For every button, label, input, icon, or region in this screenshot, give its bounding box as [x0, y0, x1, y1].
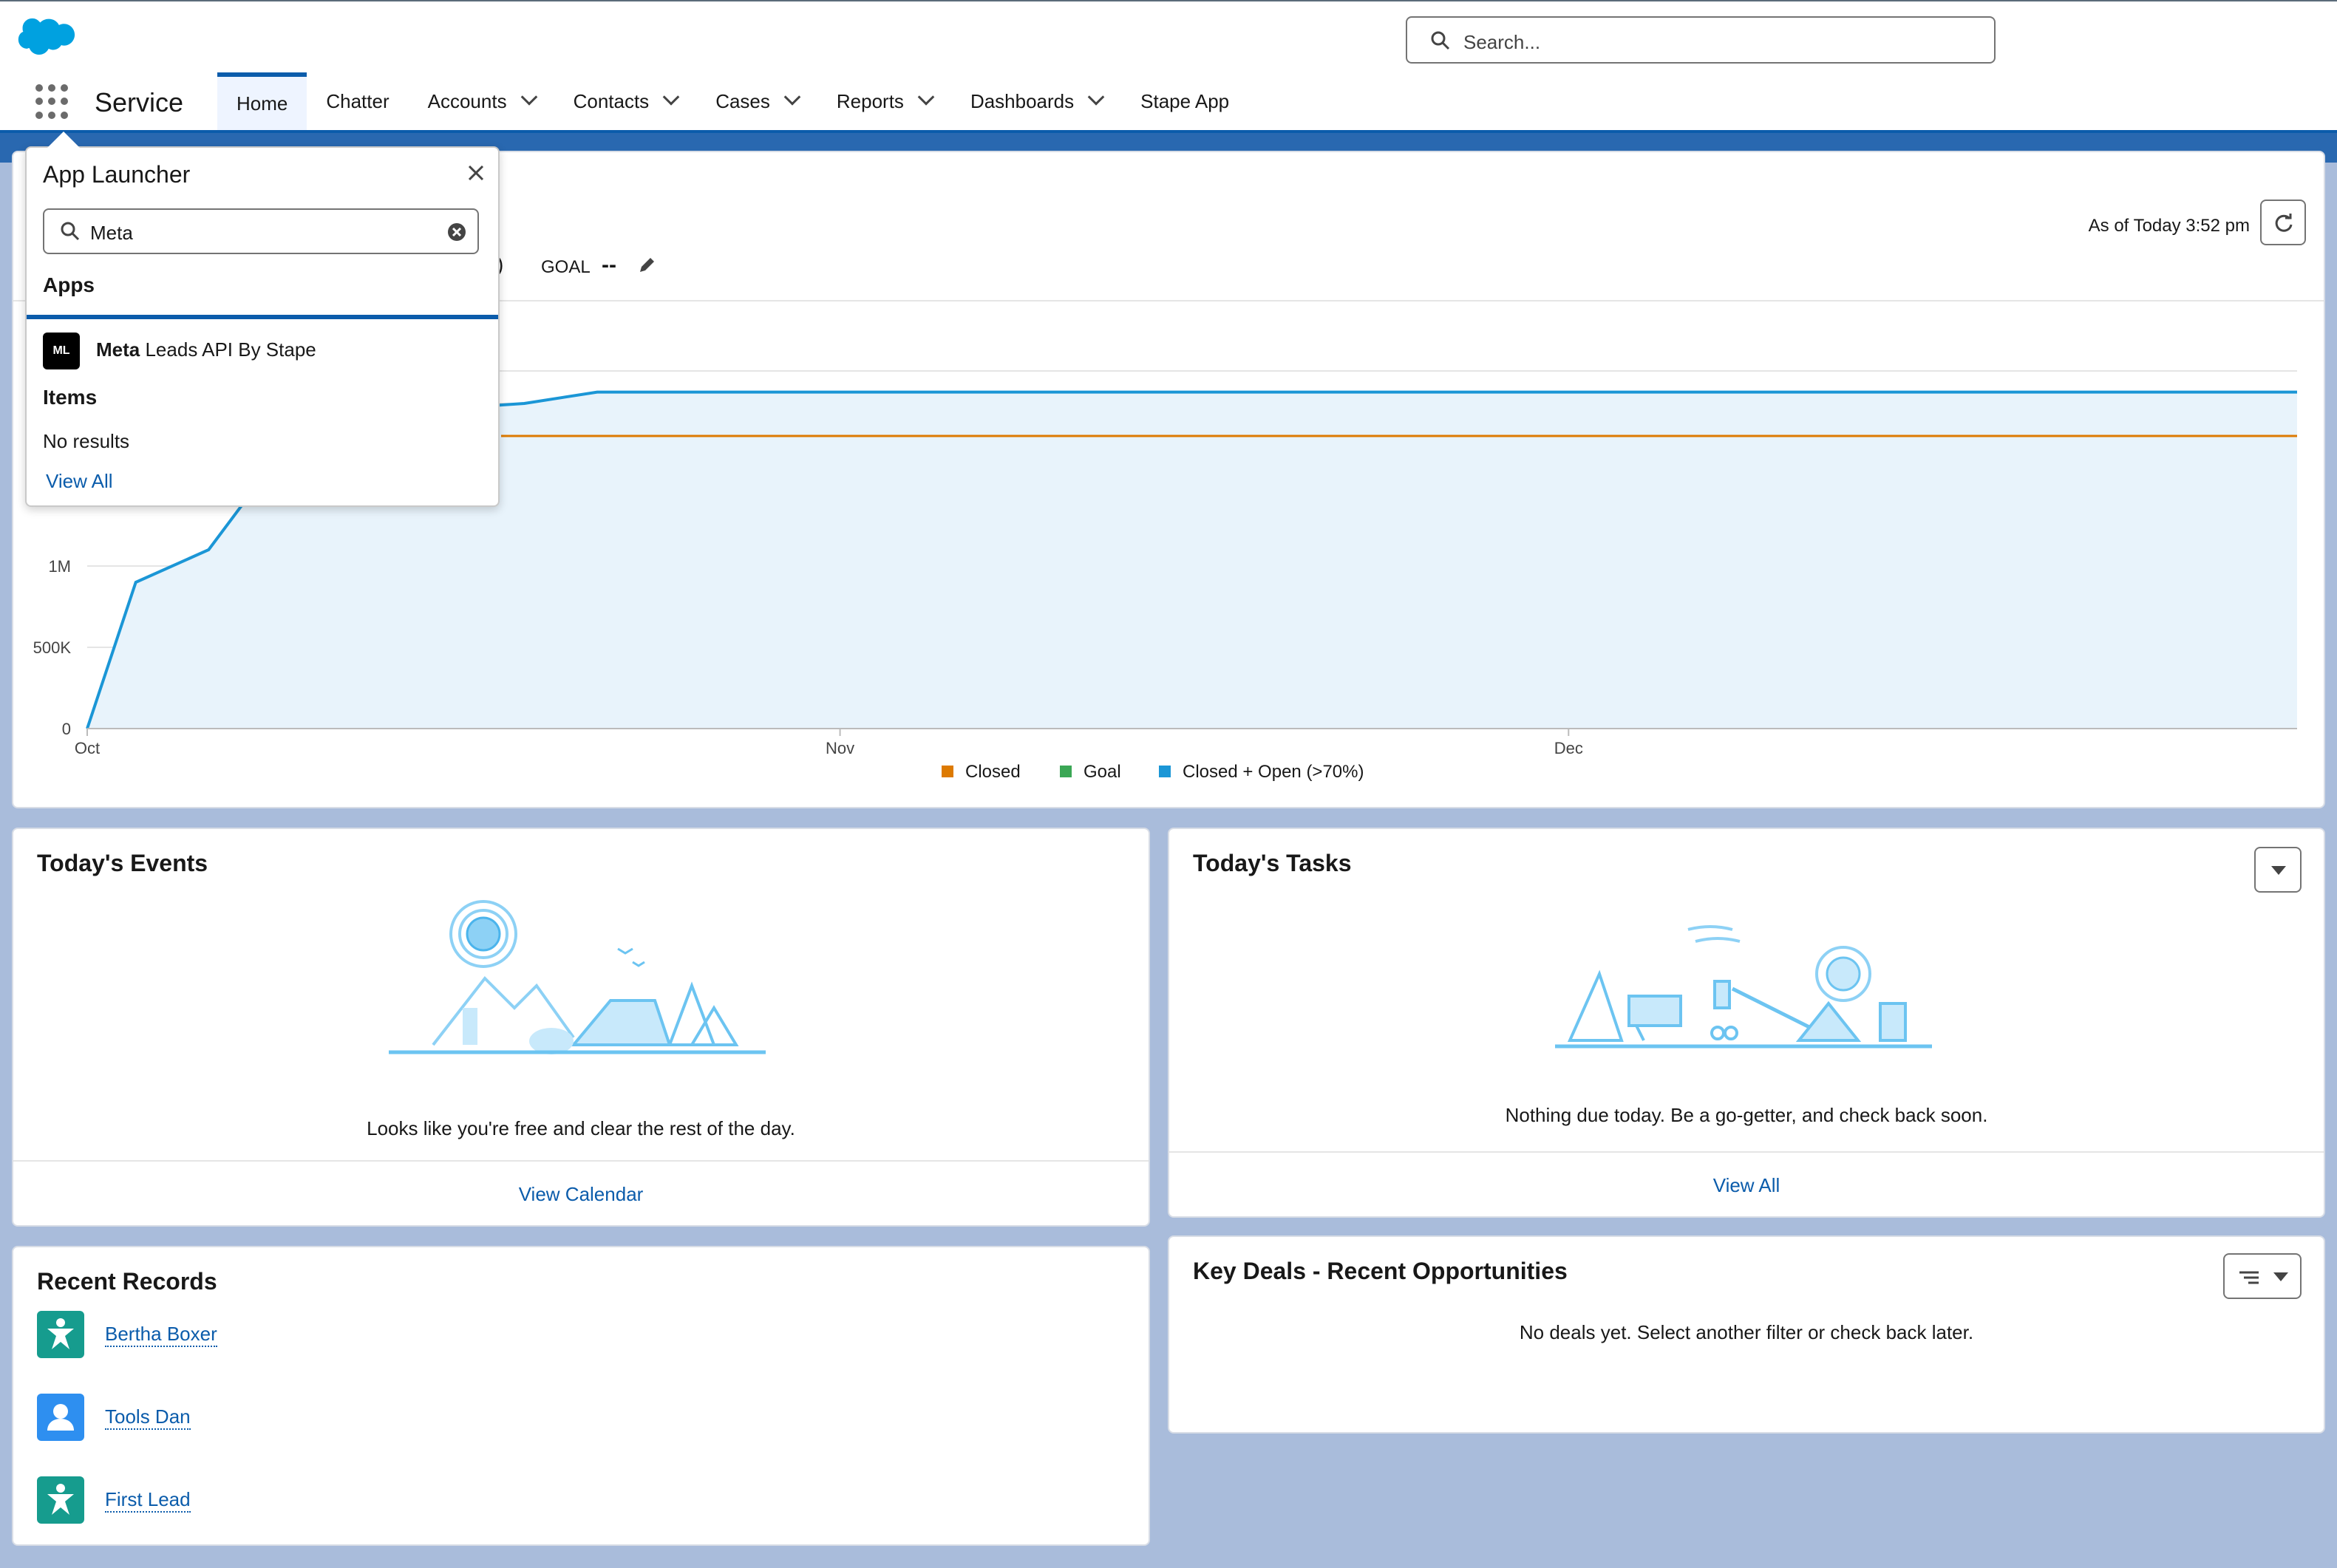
- search-icon: [61, 222, 80, 241]
- tab-label: Cases: [715, 89, 770, 112]
- global-search-input[interactable]: Search...: [1406, 16, 1996, 64]
- todays-events-card: Today's Events Looks like you're free an…: [12, 828, 1150, 1227]
- legend-swatch: [942, 766, 953, 777]
- tab-stape-app[interactable]: Stape App: [1121, 72, 1248, 130]
- chevron-down-icon[interactable]: [783, 89, 801, 106]
- popover-nub: [47, 132, 80, 148]
- todays-tasks-card: Today's Tasks Nothing due today. Be a go…: [1168, 828, 2325, 1218]
- chevron-down-icon[interactable]: [520, 89, 537, 106]
- app-match-text: Meta: [96, 338, 140, 361]
- refresh-icon: [2275, 214, 2293, 232]
- clear-search-icon[interactable]: [446, 222, 467, 242]
- legend-label: Closed + Open (>70%): [1183, 762, 1364, 782]
- record-link[interactable]: Bertha Boxer: [105, 1323, 217, 1347]
- y-tick-label: 500K: [33, 638, 72, 657]
- goal-value: --: [602, 253, 616, 277]
- tasks-filter-dropdown[interactable]: [2254, 847, 2302, 893]
- nav-tabs: Home Chatter Accounts Contacts Cases Reports D…: [217, 72, 1248, 130]
- chevron-down-icon[interactable]: [662, 89, 680, 106]
- view-all-link[interactable]: View All: [46, 470, 113, 493]
- picnic-illustration: [1555, 925, 1932, 1049]
- tab-label: Home: [237, 92, 288, 115]
- recent-records-card: Recent Records Bertha Boxer Tools Dan Firs…: [12, 1246, 1150, 1546]
- y-tick-label: 1M: [48, 557, 71, 576]
- legend-label: Closed: [965, 762, 1021, 782]
- filter-list-icon: [2239, 1271, 2259, 1284]
- contact-icon: [37, 1394, 84, 1441]
- chevron-down-icon: [2273, 1272, 2288, 1281]
- app-name: Service: [95, 87, 184, 117]
- edit-goal-pencil-icon[interactable]: [637, 254, 658, 275]
- tab-label: Contacts: [573, 89, 650, 112]
- tab-home[interactable]: Home: [217, 72, 307, 130]
- key-deals-card: Key Deals - Recent Opportunities No deal…: [1168, 1235, 2325, 1434]
- as-of-timestamp: As of Today 3:52 pm: [2088, 216, 2250, 236]
- tab-label: Dashboards: [970, 89, 1075, 112]
- app-launcher-search-input[interactable]: Meta: [43, 208, 479, 254]
- app-badge-icon: ML: [43, 333, 80, 369]
- refresh-button[interactable]: [2260, 200, 2306, 245]
- card-title: Today's Events: [37, 850, 208, 876]
- apps-heading: Apps: [43, 273, 95, 296]
- chevron-down-icon[interactable]: [917, 89, 935, 106]
- chevron-down-icon[interactable]: [1087, 89, 1105, 106]
- view-all-tasks-link[interactable]: View All: [1169, 1151, 2324, 1216]
- tab-label: Reports: [836, 89, 904, 112]
- tab-label: Stape App: [1140, 89, 1230, 112]
- empty-message: Nothing due today. Be a go-getter, and c…: [1505, 1104, 1988, 1126]
- x-tick-label: Nov: [826, 739, 854, 757]
- legend-label: Goal: [1084, 762, 1121, 782]
- card-title: Today's Tasks: [1193, 850, 1352, 876]
- camping-illustration: [389, 900, 766, 1054]
- tab-label: Accounts: [427, 89, 507, 112]
- tab-accounts[interactable]: Accounts: [409, 72, 554, 130]
- global-header: Search...: [0, 0, 2337, 72]
- tab-label: Chatter: [326, 89, 390, 112]
- card-title: Key Deals - Recent Opportunities: [1193, 1258, 1568, 1284]
- tab-chatter[interactable]: Chatter: [307, 72, 408, 130]
- no-results-text: No results: [43, 430, 130, 452]
- chevron-down-icon: [2271, 866, 2286, 875]
- record-link[interactable]: Tools Dan: [105, 1405, 191, 1430]
- selected-indicator: [27, 315, 498, 319]
- app-launcher-icon[interactable]: [35, 84, 71, 120]
- legend-swatch: [1060, 766, 1072, 777]
- close-icon[interactable]: [467, 164, 485, 182]
- deals-filter-button[interactable]: [2223, 1253, 2302, 1299]
- tab-contacts[interactable]: Contacts: [554, 72, 697, 130]
- x-tick-label: Dec: [1554, 739, 1583, 757]
- x-tick-label: Oct: [75, 739, 100, 757]
- tab-reports[interactable]: Reports: [817, 72, 951, 130]
- app-result-meta-leads[interactable]: Meta Leads API By Stape: [96, 338, 316, 361]
- app-rest-text: Leads API By Stape: [140, 338, 316, 361]
- search-value: Meta: [90, 222, 133, 244]
- view-calendar-link[interactable]: View Calendar: [13, 1160, 1149, 1225]
- search-icon: [1431, 31, 1450, 50]
- lead-icon: [37, 1311, 84, 1358]
- lead-icon: [37, 1476, 84, 1524]
- tab-dashboards[interactable]: Dashboards: [951, 72, 1121, 130]
- app-navigation-bar: Service Home Chatter Accounts Contacts Cases…: [0, 72, 2337, 133]
- empty-message: No deals yet. Select another filter or c…: [1519, 1321, 1974, 1343]
- app-launcher-title: App Launcher: [43, 161, 191, 188]
- search-placeholder: Search...: [1463, 31, 1541, 53]
- app-launcher-popover: App Launcher Meta Apps ML Meta Leads API…: [25, 146, 500, 507]
- goal-label: GOAL: [541, 257, 591, 277]
- salesforce-cloud-logo[interactable]: [18, 18, 80, 62]
- record-link[interactable]: First Lead: [105, 1488, 191, 1513]
- items-heading: Items: [43, 386, 98, 409]
- tab-cases[interactable]: Cases: [696, 72, 817, 130]
- legend-swatch: [1159, 766, 1171, 777]
- y-tick-label: 0: [62, 720, 71, 738]
- card-title: Recent Records: [37, 1268, 217, 1295]
- empty-message: Looks like you're free and clear the res…: [367, 1117, 795, 1139]
